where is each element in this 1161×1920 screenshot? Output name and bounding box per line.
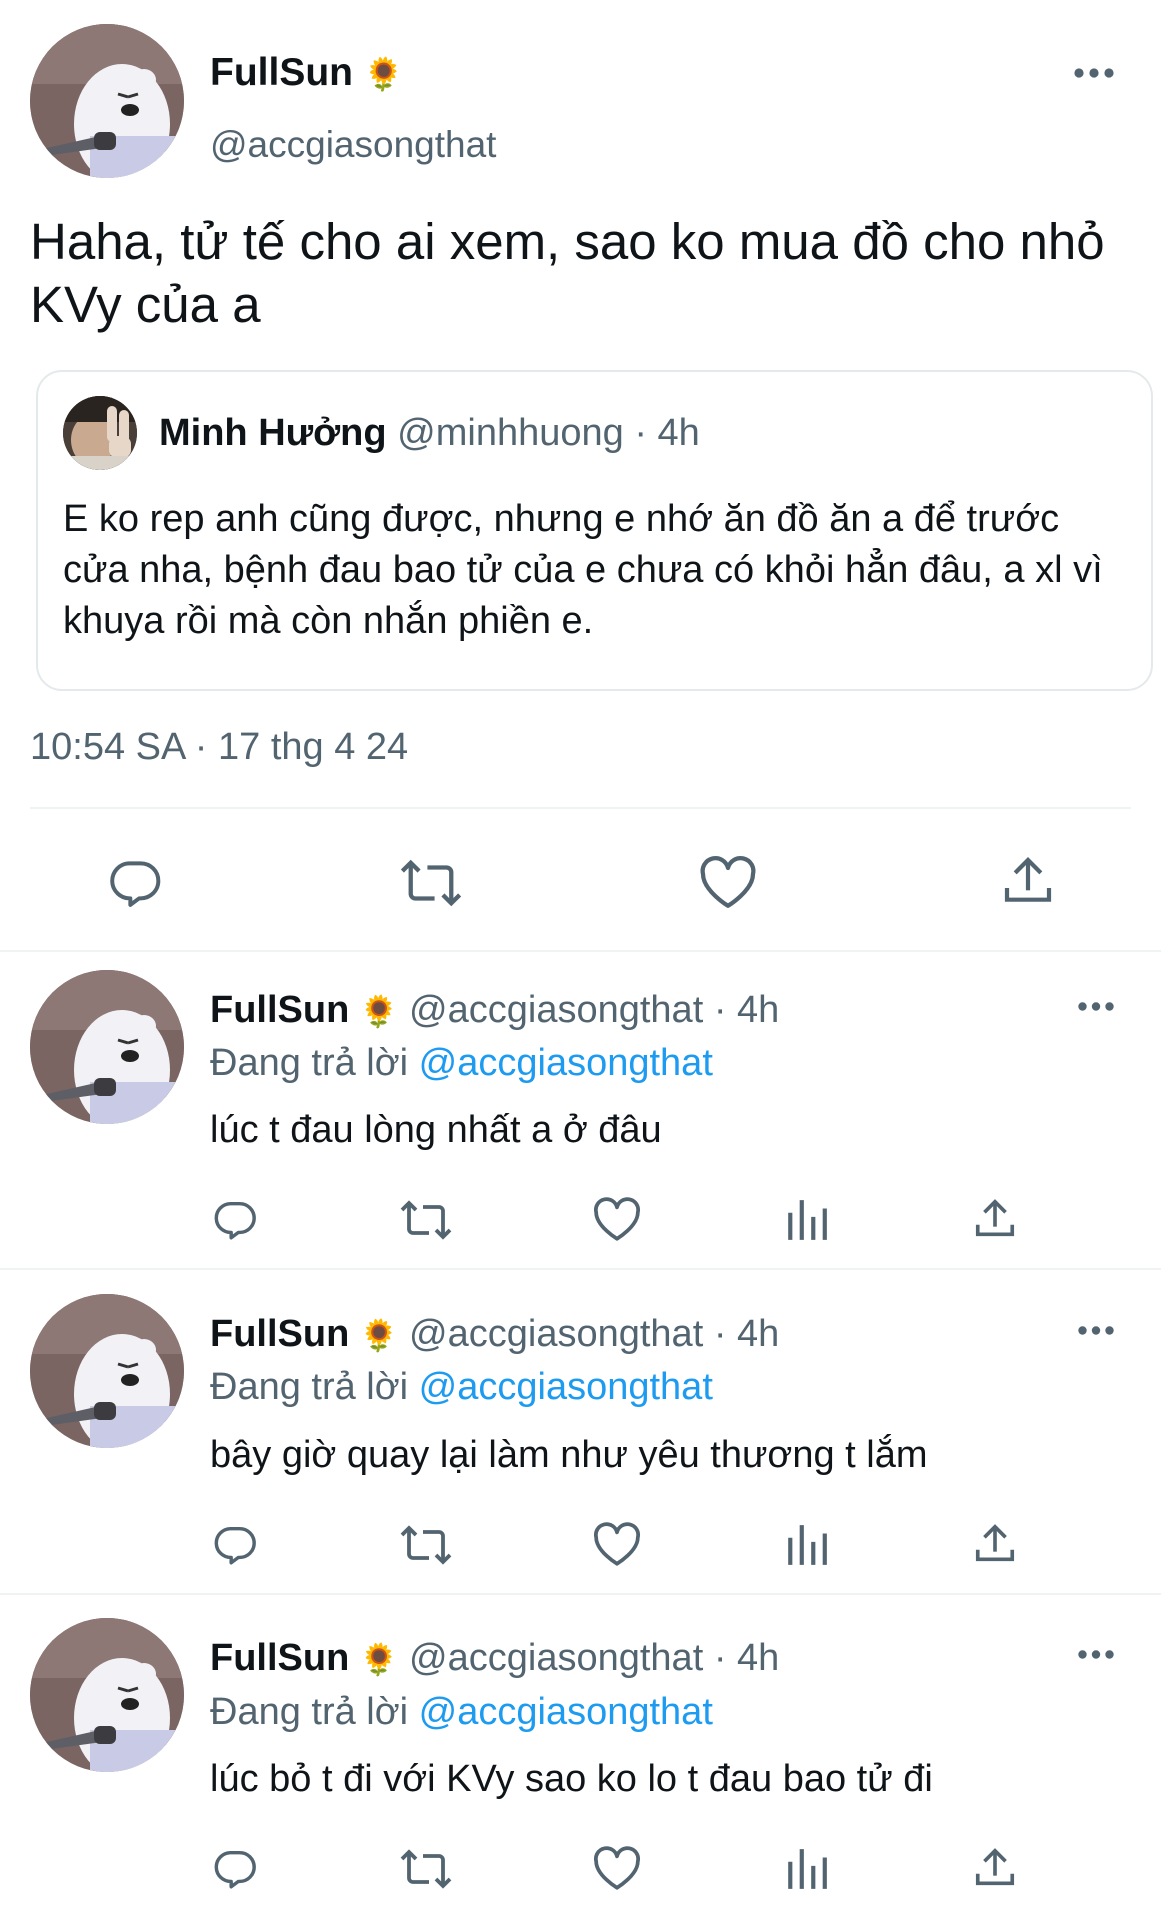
reply-time: · 4h — [713, 1313, 780, 1355]
avatar[interactable] — [30, 24, 184, 178]
like-icon[interactable] — [592, 1845, 642, 1891]
reply-header: FullSun 🌻 @accgiasongthat · 4h — [210, 987, 779, 1035]
author-handle[interactable]: @accgiasongthat — [409, 1313, 703, 1355]
divider — [0, 950, 1161, 952]
timestamp-divider — [30, 807, 1131, 809]
analytics-icon[interactable] — [786, 1196, 828, 1242]
sunflower-emoji: 🌻 — [359, 994, 399, 1029]
tweet-timestamp: 10:54 SA · 17 thg 4 24 — [30, 726, 409, 768]
share-icon[interactable] — [1000, 852, 1056, 910]
share-icon[interactable] — [972, 1521, 1018, 1567]
retweet-icon[interactable] — [400, 856, 462, 910]
reply-icon[interactable] — [212, 1845, 258, 1891]
retweet-icon[interactable] — [400, 1198, 452, 1242]
reply-icon[interactable] — [212, 1521, 258, 1567]
like-icon[interactable] — [592, 1521, 642, 1567]
analytics-icon[interactable] — [786, 1845, 828, 1891]
sunflower-emoji: 🌻 — [359, 1318, 399, 1353]
quoted-avatar — [63, 396, 137, 470]
replying-to-link[interactable]: @accgiasongthat — [419, 1042, 713, 1084]
reply-text: lúc t đau lòng nhất a ở đâu — [210, 1109, 662, 1151]
author-name[interactable]: FullSun — [210, 989, 349, 1031]
replying-label: Đang trả lời — [210, 1366, 409, 1408]
quoted-author-name: Minh Hưởng — [159, 412, 387, 454]
reply-header: FullSun 🌻 @accgiasongthat · 4h — [210, 1635, 779, 1683]
author-handle[interactable]: @accgiasongthat — [409, 989, 703, 1031]
author-name[interactable]: FullSun 🌻 — [210, 50, 404, 97]
reply-header: FullSun 🌻 @accgiasongthat · 4h — [210, 1311, 779, 1359]
analytics-icon[interactable] — [786, 1521, 828, 1567]
more-options-icon[interactable] — [1072, 66, 1116, 80]
quoted-tweet[interactable]: Minh Hưởng @minhhuong · 4h E ko rep anh … — [36, 370, 1153, 691]
quoted-text: E ko rep anh cũng được, nhưng e nhớ ăn đ… — [63, 498, 1103, 642]
retweet-icon[interactable] — [400, 1847, 452, 1891]
avatar[interactable] — [30, 970, 184, 1124]
divider — [0, 1268, 1161, 1270]
replying-label: Đang trả lời — [210, 1691, 409, 1733]
author-name-text: FullSun — [210, 51, 353, 94]
author-name[interactable]: FullSun — [210, 1637, 349, 1679]
sunflower-emoji: 🌻 — [359, 1642, 399, 1677]
share-icon[interactable] — [972, 1845, 1018, 1891]
replying-to: Đang trả lời @accgiasongthat — [210, 1689, 713, 1735]
replying-to-link[interactable]: @accgiasongthat — [419, 1366, 713, 1408]
sunflower-emoji: 🌻 — [363, 56, 404, 92]
replying-to: Đang trả lời @accgiasongthat — [210, 1364, 713, 1410]
avatar[interactable] — [30, 1294, 184, 1448]
reply-text: bây giờ quay lại làm như yêu thương t lắ… — [210, 1434, 928, 1476]
reply-icon[interactable] — [212, 1196, 258, 1242]
replying-label: Đang trả lời — [210, 1042, 409, 1084]
more-options-icon[interactable] — [1076, 1648, 1116, 1661]
author-handle[interactable]: @accgiasongthat — [210, 123, 496, 167]
like-icon[interactable] — [592, 1196, 642, 1242]
author-handle[interactable]: @accgiasongthat — [409, 1637, 703, 1679]
divider — [0, 1593, 1161, 1595]
reply-time: · 4h — [713, 989, 780, 1031]
tweet-text: Haha, tử tế cho ai xem, sao ko mua đồ ch… — [30, 213, 1105, 333]
replying-to: Đang trả lời @accgiasongthat — [210, 1040, 713, 1086]
reply-text: lúc bỏ t đi với KVy sao ko lo t đau bao … — [210, 1758, 933, 1800]
quoted-author-handle: @minhhuong — [397, 412, 624, 454]
reply-icon[interactable] — [107, 854, 163, 910]
quoted-header: Minh Hưởng @minhhuong · 4h — [159, 410, 700, 456]
author-name[interactable]: FullSun — [210, 1313, 349, 1355]
more-options-icon[interactable] — [1076, 1324, 1116, 1337]
like-icon[interactable] — [698, 854, 758, 910]
retweet-icon[interactable] — [400, 1523, 452, 1567]
avatar[interactable] — [30, 1618, 184, 1772]
quoted-time: · 4h — [634, 412, 700, 454]
more-options-icon[interactable] — [1076, 1000, 1116, 1013]
reply-time: · 4h — [713, 1637, 780, 1679]
share-icon[interactable] — [972, 1196, 1018, 1242]
replying-to-link[interactable]: @accgiasongthat — [419, 1691, 713, 1733]
